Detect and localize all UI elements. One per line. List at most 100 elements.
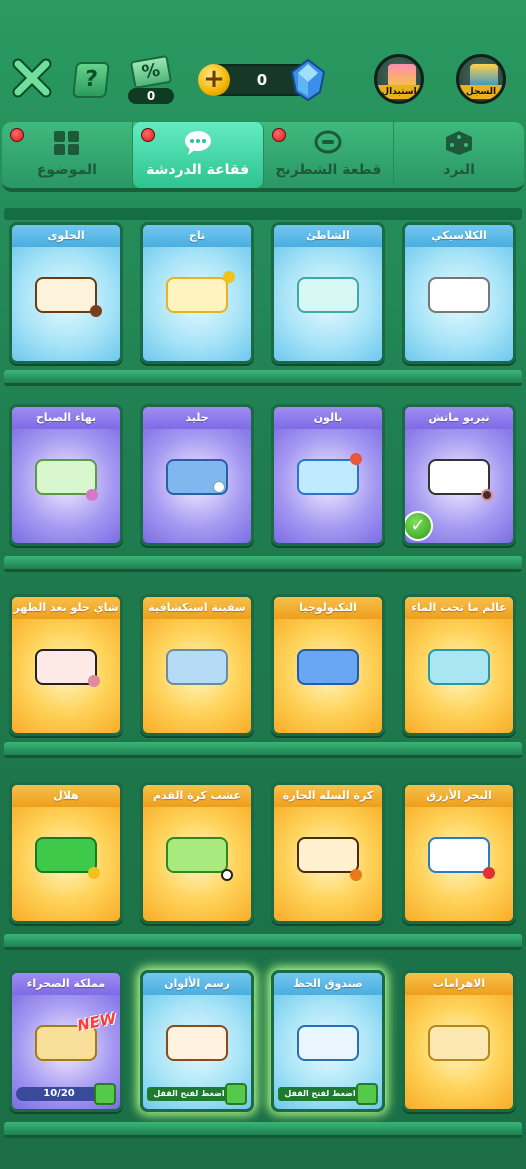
shelf: [4, 742, 522, 758]
bubble-preview: [297, 649, 359, 685]
item-card-afternoon-tea[interactable]: شاي حلو بعد الظهر: [9, 594, 123, 736]
log-button[interactable]: السجل: [456, 54, 506, 104]
puzzle-icon: [94, 1083, 116, 1105]
item-title: بهاء الصباح: [12, 407, 120, 429]
close-icon[interactable]: [12, 58, 52, 98]
bubble-preview: [166, 837, 228, 873]
bubble-preview: [35, 837, 97, 873]
tab-theme[interactable]: الموضوع: [2, 122, 133, 188]
bubble-preview: [428, 649, 490, 685]
tab-label: فقاعة الدردشة: [146, 162, 250, 178]
crescent-icon: [88, 867, 100, 879]
item-title: بالون: [274, 407, 382, 429]
bubble-preview: [428, 1025, 490, 1061]
tab-dice[interactable]: النرد: [394, 122, 524, 188]
tab-label: قطعة الشطرنج: [275, 162, 382, 178]
item-card-turbo-match[interactable]: تيربو ماتش ✓: [402, 404, 516, 546]
tab-label: النرد: [443, 162, 475, 178]
item-title: الشاطئ: [274, 225, 382, 247]
tab-chat-bubble[interactable]: فقاعة الدردشة: [132, 122, 264, 188]
football-icon: [221, 869, 233, 881]
flower-icon: [86, 489, 98, 501]
shelf: [4, 556, 522, 572]
shelf: [4, 934, 522, 950]
item-title: تيربو ماتش: [405, 407, 513, 429]
coupon-icon: %: [129, 54, 173, 90]
bubble-preview: [297, 277, 359, 313]
bubble-preview: [428, 837, 490, 873]
bubble-preview: [35, 277, 97, 313]
item-card-ice[interactable]: جليد: [140, 404, 254, 546]
new-badge: NEW: [75, 1009, 118, 1035]
crown-icon: [223, 271, 235, 283]
unlock-hint: اضغط لفتح القفل: [147, 1087, 231, 1101]
balloon-icon: [350, 453, 362, 465]
item-title: هلال: [12, 785, 120, 807]
log-label: السجل: [459, 85, 503, 99]
item-card-underwater-world[interactable]: عالم ما تحت الماء: [402, 594, 516, 736]
basketball-icon: [350, 869, 362, 881]
item-card-morning-glory[interactable]: بهاء الصباح: [9, 404, 123, 546]
shelf: [4, 1122, 522, 1138]
item-title: تاج: [143, 225, 251, 247]
item-title: الاهرامات: [405, 973, 513, 995]
help-button[interactable]: ?: [72, 62, 110, 98]
item-title: مملكة الصحراء: [12, 973, 120, 995]
item-card-crown[interactable]: تاج: [140, 222, 254, 364]
bubble-preview: [297, 1025, 359, 1061]
dice-icon: [446, 131, 473, 155]
item-title: البحر الأزرق: [405, 785, 513, 807]
discount-coupon[interactable]: % 0: [126, 54, 176, 106]
item-card-technology[interactable]: التكنولوجيا: [271, 594, 385, 736]
item-card-candy[interactable]: الحلوى: [9, 222, 123, 364]
selected-check-icon: ✓: [405, 511, 433, 541]
coupon-count: 0: [128, 88, 174, 104]
bubble-preview: [166, 1025, 228, 1061]
stopwatch-icon: [481, 489, 493, 501]
exchange-button[interactable]: استبدال: [374, 54, 424, 104]
add-gems-button[interactable]: +: [198, 64, 230, 96]
item-title: عالم ما تحت الماء: [405, 597, 513, 619]
notification-dot: [10, 128, 24, 142]
item-card-exploration-ship[interactable]: سفينة استكشافية: [140, 594, 254, 736]
item-card-hot-basketball[interactable]: كرة السلة الحارة: [271, 782, 385, 924]
item-card-classic[interactable]: الكلاسيكي: [402, 222, 516, 364]
item-title: رسم الألوان: [143, 973, 251, 995]
anchor-icon: [483, 867, 495, 879]
shelf: [4, 208, 522, 220]
item-card-balloon[interactable]: بالون: [271, 404, 385, 546]
unlock-hint: اضغط لفتح القفل: [278, 1087, 362, 1101]
item-card-football-grass[interactable]: عشب كرة القدم: [140, 782, 254, 924]
top-bar: ? % 0 + 0 استبدال السجل: [0, 0, 526, 120]
item-card-desert-kingdom[interactable]: مملكة الصحراء NEW 10/20: [9, 970, 123, 1112]
item-card-crescent[interactable]: هلال: [9, 782, 123, 924]
item-title: عشب كرة القدم: [143, 785, 251, 807]
snowman-icon: [213, 481, 225, 493]
item-card-color-painting[interactable]: رسم الألوان اضغط لفتح القفل: [140, 970, 254, 1112]
item-title: جليد: [143, 407, 251, 429]
bubble-preview: [297, 459, 359, 495]
chat-bubble-icon: [184, 131, 211, 155]
bubble-preview: [428, 277, 490, 313]
tab-label: الموضوع: [36, 162, 97, 178]
chess-piece-icon: [314, 130, 342, 154]
shelf: [4, 370, 522, 386]
item-title: الكلاسيكي: [405, 225, 513, 247]
item-title: الحلوى: [12, 225, 120, 247]
item-title: سفينة استكشافية: [143, 597, 251, 619]
category-tabs: الموضوع فقاعة الدردشة قطعة الشطرنج النرد: [2, 122, 524, 192]
item-card-beach[interactable]: الشاطئ: [271, 222, 385, 364]
bubble-preview: [428, 459, 490, 495]
item-title: شاي حلو بعد الظهر: [12, 597, 120, 619]
bubble-preview: [166, 649, 228, 685]
item-card-pyramids[interactable]: الاهرامات: [402, 970, 516, 1112]
item-title: صندوق الحظ: [274, 973, 382, 995]
bubble-preview: [166, 277, 228, 313]
tab-chess-piece[interactable]: قطعة الشطرنج: [264, 122, 395, 188]
bubble-preview: [297, 837, 359, 873]
item-card-lucky-box[interactable]: صندوق الحظ اضغط لفتح القفل: [271, 970, 385, 1112]
item-card-blue-sea[interactable]: البحر الأزرق: [402, 782, 516, 924]
exchange-label: استبدال: [377, 85, 421, 99]
grid-icon: [53, 131, 79, 155]
puzzle-icon: [356, 1083, 378, 1105]
